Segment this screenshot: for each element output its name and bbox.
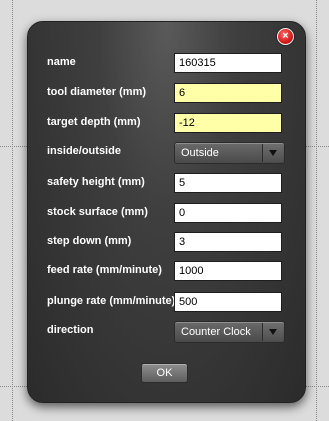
safety-height-label: safety height (mm) [47, 176, 145, 188]
inside-outside-select[interactable]: Outside [174, 142, 285, 164]
stock-surface-input[interactable] [174, 203, 282, 223]
chevron-down-icon [269, 150, 277, 156]
plunge-rate-input[interactable] [174, 292, 282, 312]
guide-line-vertical [316, 0, 317, 421]
direction-row: direction Counter Clock [28, 321, 305, 343]
close-button[interactable]: × [277, 28, 294, 45]
inside-outside-dropdown-button[interactable] [262, 144, 283, 162]
chevron-down-icon [269, 329, 277, 335]
inside-outside-value: Outside [181, 147, 219, 159]
tool-diameter-label: tool diameter (mm) [47, 86, 147, 98]
feed-rate-label: feed rate (mm/minute) [47, 264, 162, 276]
tool-diameter-row: tool diameter (mm) [28, 83, 305, 105]
plunge-rate-label: plunge rate (mm/minute) [47, 295, 176, 307]
stock-surface-row: stock surface (mm) [28, 203, 305, 225]
step-down-row: step down (mm) [28, 232, 305, 254]
target-depth-row: target depth (mm) [28, 113, 305, 135]
inside-outside-row: inside/outside Outside [28, 142, 305, 164]
tool-diameter-input[interactable] [174, 83, 282, 103]
direction-value: Counter Clock [181, 326, 251, 338]
name-input[interactable] [174, 53, 282, 73]
direction-label: direction [47, 324, 94, 336]
feed-rate-input[interactable] [174, 261, 282, 281]
direction-select[interactable]: Counter Clock [174, 321, 285, 343]
target-depth-label: target depth (mm) [47, 116, 141, 128]
name-row: name [28, 53, 305, 75]
stock-surface-label: stock surface (mm) [47, 206, 148, 218]
name-label: name [47, 56, 76, 68]
target-depth-input[interactable] [174, 113, 282, 133]
operation-settings-dialog: × name tool diameter (mm) target depth (… [27, 21, 306, 403]
guide-line-vertical [12, 0, 13, 421]
ok-button[interactable]: OK [141, 363, 188, 383]
plunge-rate-row: plunge rate (mm/minute) [28, 292, 305, 314]
direction-dropdown-button[interactable] [262, 323, 283, 341]
close-icon: × [282, 30, 289, 42]
feed-rate-row: feed rate (mm/minute) [28, 261, 305, 283]
safety-height-input[interactable] [174, 173, 282, 193]
step-down-input[interactable] [174, 232, 282, 252]
inside-outside-label: inside/outside [47, 145, 121, 157]
safety-height-row: safety height (mm) [28, 173, 305, 195]
step-down-label: step down (mm) [47, 235, 132, 247]
